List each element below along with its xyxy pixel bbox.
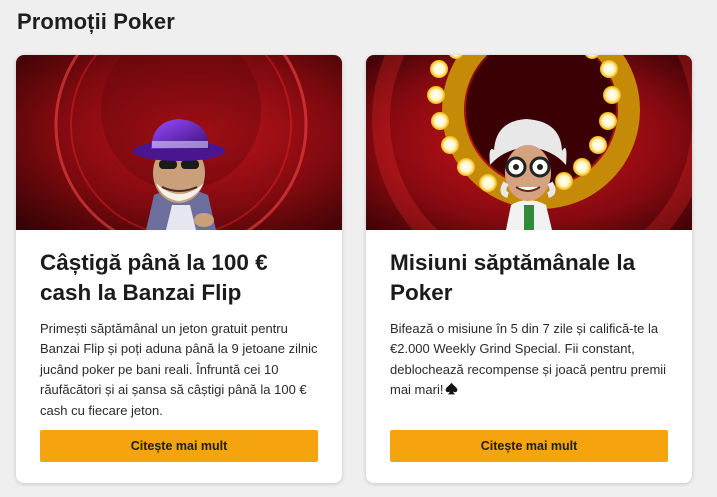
mad-scientist-illustration[interactable] xyxy=(366,55,692,230)
read-more-button[interactable]: Citește mai mult xyxy=(40,430,318,462)
promo-description-text: Bifează o misiune în 5 din 7 zile și cal… xyxy=(390,321,667,398)
promo-title[interactable]: Misiuni săptămânale la Poker xyxy=(390,248,675,308)
promo-description: Bifează o misiune în 5 din 7 zile și cal… xyxy=(390,319,672,401)
promo-card-weekly-missions[interactable]: Misiuni săptămânale la Poker Bifează o m… xyxy=(366,55,692,483)
spade-icon xyxy=(446,382,458,395)
promo-image-banzai-flip xyxy=(16,55,342,230)
villain-purple-hat-illustration[interactable] xyxy=(16,55,342,230)
promo-description: Primești săptămânal un jeton gratuit pen… xyxy=(40,321,318,418)
page-title: Promoții Poker xyxy=(17,9,175,34)
read-more-button[interactable]: Citește mai mult xyxy=(390,430,668,462)
promo-title[interactable]: Câștigă până la 100 € cash la Banzai Fli… xyxy=(40,248,325,308)
promo-image-weekly-missions xyxy=(366,55,692,230)
promo-card-banzai-flip[interactable]: Câștigă până la 100 € cash la Banzai Fli… xyxy=(16,55,342,483)
